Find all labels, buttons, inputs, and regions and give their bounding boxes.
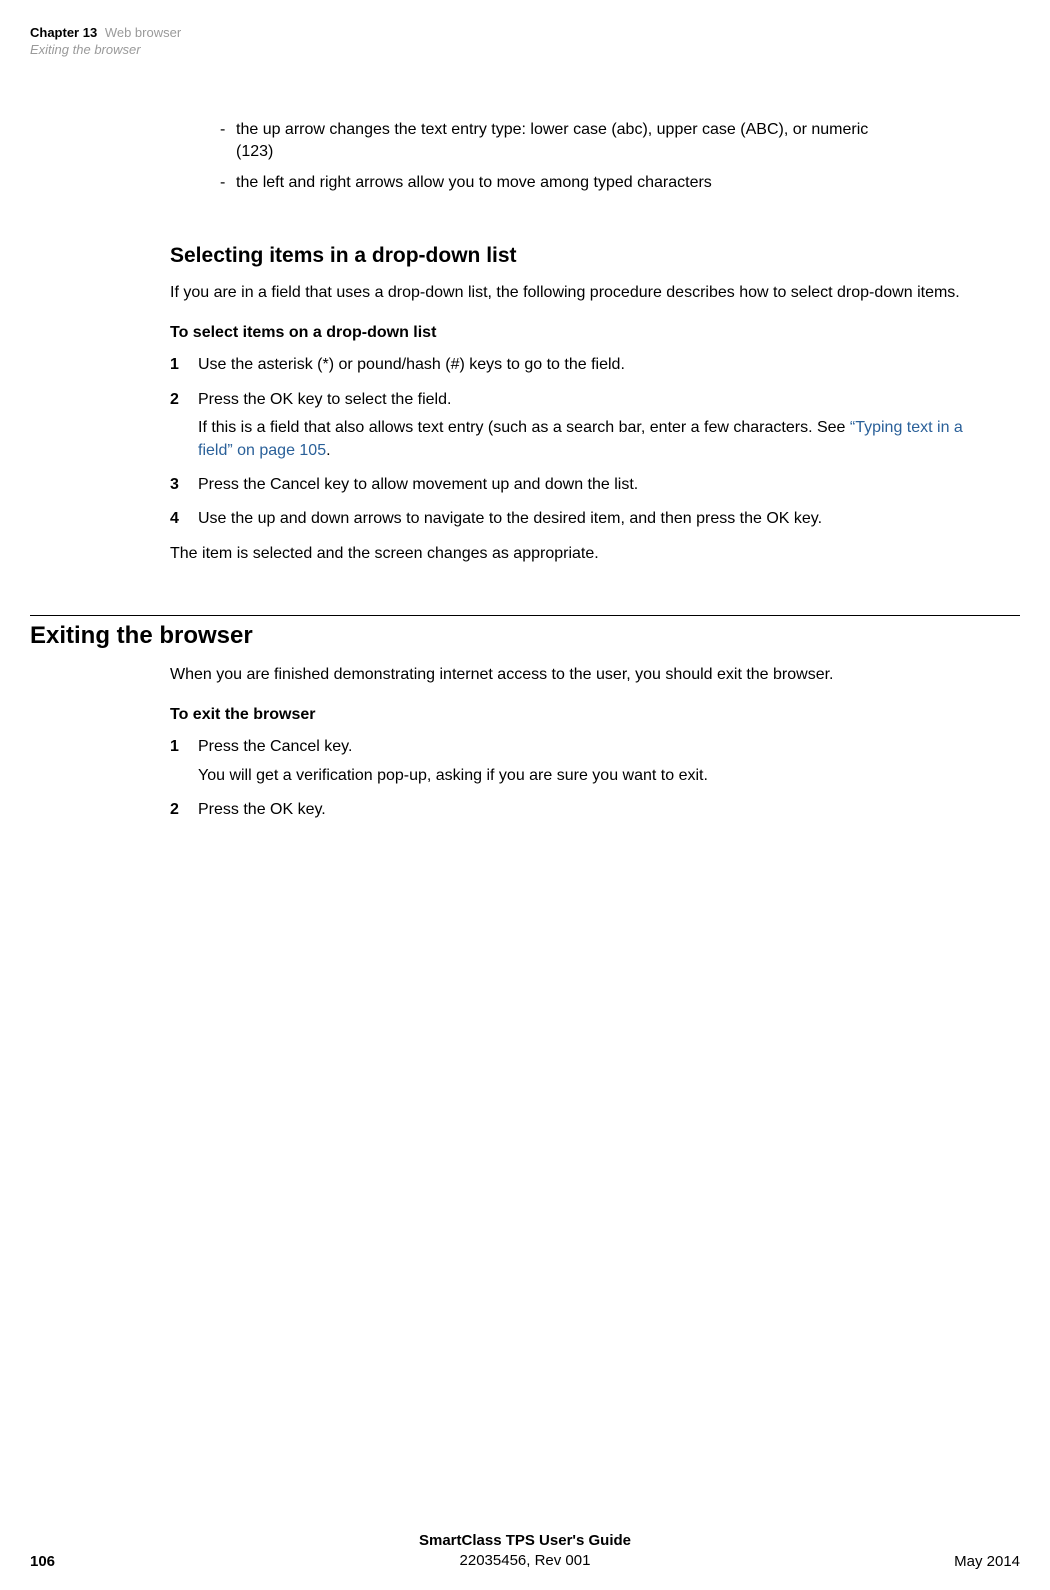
- bullet-marker: -: [220, 119, 236, 164]
- bullet-text: the left and right arrows allow you to m…: [236, 172, 940, 194]
- step-sub-suffix: .: [326, 442, 330, 459]
- selecting-sub-heading: To select items on a drop-down list: [170, 324, 1020, 342]
- step-row: 1 Press the Cancel key. You will get a v…: [170, 736, 990, 787]
- exiting-sub-heading: To exit the browser: [170, 706, 1020, 724]
- step-sub-prefix: If this is a field that also allows text…: [198, 419, 850, 436]
- step-number: 4: [170, 508, 198, 530]
- step-subtext: You will get a verification pop-up, aski…: [198, 765, 990, 787]
- step-number: 1: [170, 736, 198, 787]
- step-text: Press the Cancel key.: [198, 738, 352, 755]
- step-text: Press the OK key to select the field.: [198, 391, 451, 408]
- bullet-marker: -: [220, 172, 236, 194]
- step-row: 2 Press the OK key.: [170, 799, 990, 821]
- continuation-bullets: - the up arrow changes the text entry ty…: [220, 119, 940, 194]
- step-number: 1: [170, 354, 198, 376]
- bullet-item: - the left and right arrows allow you to…: [220, 172, 940, 194]
- chapter-label: Chapter 13: [30, 25, 97, 40]
- step-subtext: If this is a field that also allows text…: [198, 417, 990, 462]
- step-body: Press the Cancel key. You will get a ver…: [198, 736, 990, 787]
- page-header: Chapter 13 Web browser Exiting the brows…: [30, 25, 1020, 59]
- page-number: 106: [30, 1553, 55, 1570]
- step-body: Press the OK key to select the field. If…: [198, 389, 990, 462]
- selecting-outro: The item is selected and the screen chan…: [170, 543, 990, 565]
- selecting-intro: If you are in a field that uses a drop-d…: [170, 282, 990, 304]
- step-row: 2 Press the OK key to select the field. …: [170, 389, 990, 462]
- exiting-intro: When you are finished demonstrating inte…: [170, 664, 990, 686]
- footer-date: May 2014: [954, 1553, 1020, 1570]
- section-name: Exiting the browser: [30, 42, 1020, 59]
- step-row: 3 Press the Cancel key to allow movement…: [170, 474, 990, 496]
- bullet-text: the up arrow changes the text entry type…: [236, 119, 940, 164]
- step-number: 2: [170, 389, 198, 462]
- guide-title: SmartClass TPS User's Guide: [30, 1531, 1020, 1551]
- step-number: 2: [170, 799, 198, 821]
- section-heading-exiting: Exiting the browser: [30, 615, 1020, 650]
- chapter-line: Chapter 13 Web browser: [30, 25, 1020, 42]
- step-row: 1 Use the asterisk (*) or pound/hash (#)…: [170, 354, 990, 376]
- step-row: 4 Use the up and down arrows to navigate…: [170, 508, 990, 530]
- step-body: Use the asterisk (*) or pound/hash (#) k…: [198, 354, 990, 376]
- step-body: Use the up and down arrows to navigate t…: [198, 508, 990, 530]
- chapter-name: Web browser: [105, 25, 181, 40]
- bullet-item: - the up arrow changes the text entry ty…: [220, 119, 940, 164]
- section-heading-selecting: Selecting items in a drop-down list: [170, 244, 1020, 268]
- step-number: 3: [170, 474, 198, 496]
- step-body: Press the OK key.: [198, 799, 990, 821]
- page-footer: SmartClass TPS User's Guide 22035456, Re…: [30, 1531, 1020, 1571]
- page-content: - the up arrow changes the text entry ty…: [30, 119, 1020, 822]
- step-body: Press the Cancel key to allow movement u…: [198, 474, 990, 496]
